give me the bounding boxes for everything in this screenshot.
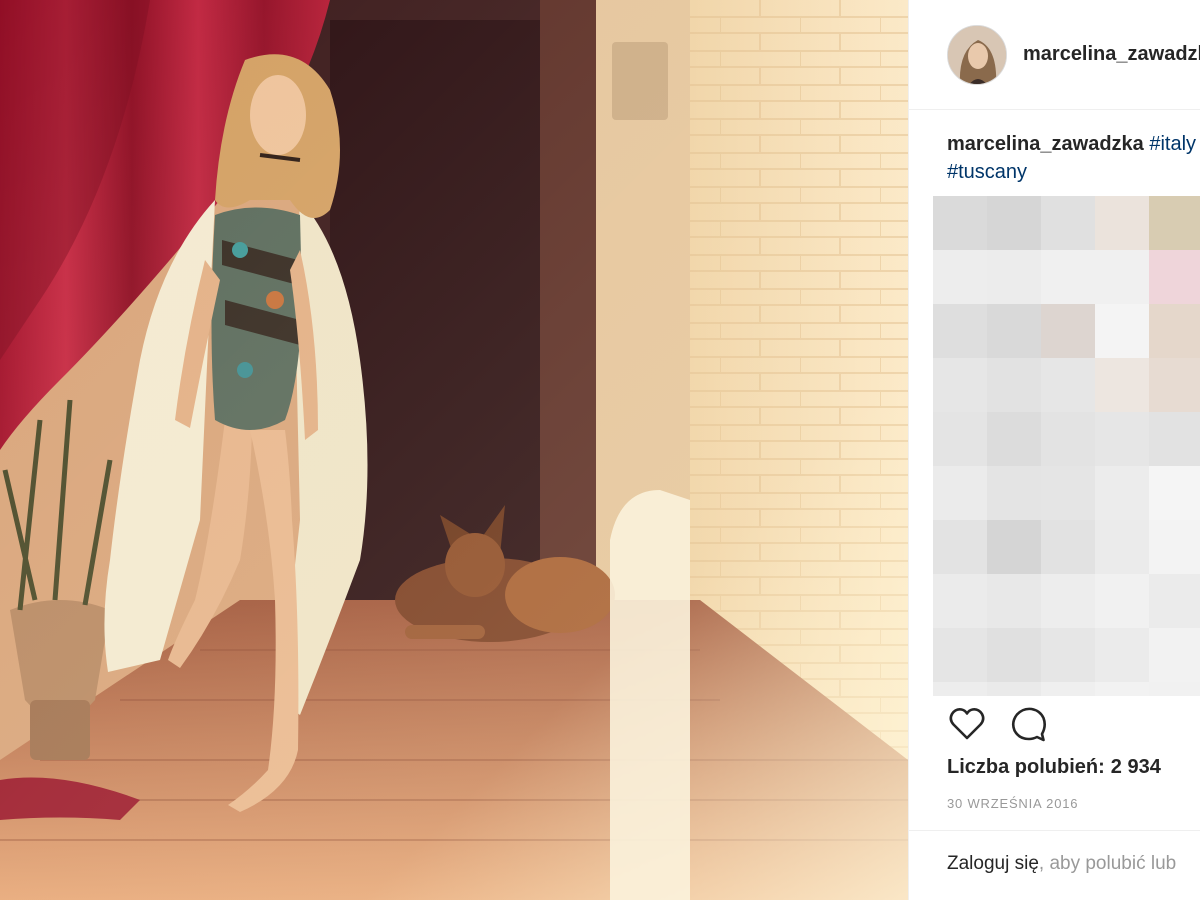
pixel-block [1095, 412, 1149, 466]
heart-icon[interactable] [947, 704, 987, 744]
post-photo[interactable] [0, 0, 908, 900]
pixel-block [933, 196, 987, 250]
post-date: 30 WRZEŚNIA 2016 [947, 796, 1079, 811]
pixel-block [1149, 628, 1200, 682]
pixel-block [987, 250, 1041, 304]
pixel-block [987, 304, 1041, 358]
avatar-image [948, 25, 1006, 84]
pixel-block [987, 520, 1041, 574]
action-bar [947, 702, 1049, 746]
pixel-block [1149, 196, 1200, 250]
pixel-block [987, 196, 1041, 250]
avatar[interactable] [947, 24, 1007, 85]
pixel-block [933, 250, 987, 304]
pixel-block [1149, 466, 1200, 520]
pixel-block [1149, 574, 1200, 628]
pixel-block [933, 574, 987, 628]
pixel-block [1095, 250, 1149, 304]
pixel-block [933, 628, 987, 682]
pixel-block [987, 574, 1041, 628]
pixel-block [1095, 682, 1149, 696]
pixel-block [1095, 520, 1149, 574]
pixel-block [987, 628, 1041, 682]
pixel-block [933, 466, 987, 520]
pixel-block [933, 358, 987, 412]
pixel-block [1149, 520, 1200, 574]
pixel-block [1041, 412, 1095, 466]
pixel-block [987, 358, 1041, 412]
post-sidebar: marcelina_zawadzka marcelina_zawadzka #i… [908, 0, 1200, 900]
login-prompt: Zaloguj się, aby polubić lub [909, 830, 1200, 900]
pixel-block [1149, 304, 1200, 358]
pixel-block [933, 412, 987, 466]
pixel-block [933, 682, 987, 696]
pixel-block [987, 412, 1041, 466]
pixel-block [987, 682, 1041, 696]
likes-count[interactable]: 2 934 [1111, 756, 1161, 778]
likes-label: Liczba polubień: [947, 756, 1105, 778]
pixel-block [1149, 412, 1200, 466]
pixel-block [1041, 574, 1095, 628]
pixel-block [1041, 682, 1095, 696]
pixel-block [1041, 520, 1095, 574]
comment-bubble-icon[interactable] [1009, 704, 1049, 744]
header-username-link[interactable]: marcelina_zawadzka [1023, 43, 1200, 66]
post-caption: marcelina_zawadzka #italy #tuscany [947, 130, 1200, 186]
post-header: marcelina_zawadzka [909, 0, 1200, 110]
pixel-block [1041, 466, 1095, 520]
photo-image [0, 0, 908, 900]
login-link[interactable]: Zaloguj się [947, 853, 1039, 874]
login-prompt-text: , aby polubić lub [1038, 853, 1177, 874]
caption-username-link[interactable]: marcelina_zawadzka [947, 133, 1144, 155]
pixel-block [1095, 358, 1149, 412]
pixel-block [1041, 628, 1095, 682]
likes-summary: Liczba polubień: 2 934 [947, 756, 1161, 779]
pixel-block [1095, 628, 1149, 682]
pixel-block [1041, 358, 1095, 412]
pixel-block [1095, 466, 1149, 520]
pixel-block [1095, 196, 1149, 250]
pixel-block [933, 520, 987, 574]
instagram-post: marcelina_zawadzka marcelina_zawadzka #i… [0, 0, 1200, 900]
pixel-block [1095, 574, 1149, 628]
hashtag-italy-link[interactable]: #italy [1149, 133, 1196, 155]
pixel-block [1095, 304, 1149, 358]
pixel-block [1149, 358, 1200, 412]
pixel-block [987, 466, 1041, 520]
pixel-block [1041, 196, 1095, 250]
pixel-block [1041, 250, 1095, 304]
pixelated-comments [933, 196, 1200, 696]
pixel-block [1149, 250, 1200, 304]
pixel-block [1149, 682, 1200, 696]
pixel-block [933, 304, 987, 358]
pixel-block [1041, 304, 1095, 358]
hashtag-tuscany-link[interactable]: #tuscany [947, 161, 1027, 183]
